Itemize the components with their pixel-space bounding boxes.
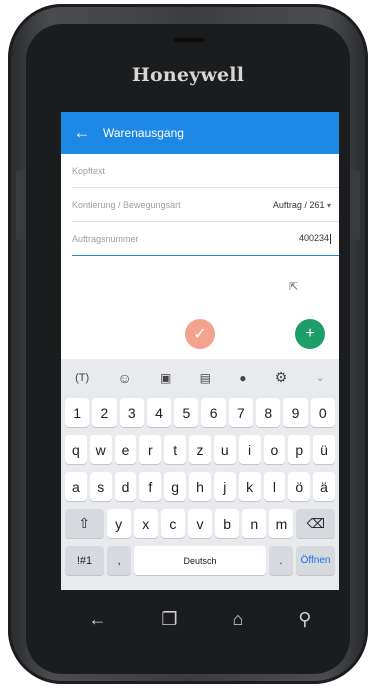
add-button[interactable]: + (295, 319, 325, 349)
key-v[interactable]: v (187, 509, 213, 538)
home-icon[interactable]: ⌂ (232, 609, 243, 630)
key-a[interactable]: a (65, 472, 87, 501)
gif-icon[interactable]: ▤ (200, 371, 211, 385)
key-s[interactable]: s (89, 472, 112, 501)
left-side-button (16, 170, 26, 240)
back-icon[interactable]: ← (88, 609, 106, 630)
key-1[interactable]: 1 (65, 398, 90, 427)
shift-key[interactable]: ⇧ (65, 509, 104, 538)
key-h[interactable]: h (189, 472, 211, 501)
bottom-row: !#1 , Deutsch . Öffnen (65, 546, 335, 575)
confirm-button[interactable]: ✓ (185, 319, 215, 349)
app-bar: ← Warenausgang (61, 112, 339, 154)
key-9[interactable]: 9 (283, 398, 308, 427)
soft-keyboard: (T) ☺ ▣ ▤ ● ⚙ ⌄ 1 2 3 4 5 6 7 8 9 0 q w … (61, 359, 339, 590)
comma-key[interactable]: , (106, 546, 132, 575)
text-caret (330, 233, 331, 244)
chevron-down-icon[interactable]: ⌄ (316, 371, 325, 384)
key-4[interactable]: 4 (146, 398, 172, 427)
key-ue[interactable]: ü (313, 435, 335, 464)
key-u[interactable]: u (213, 435, 236, 464)
key-j[interactable]: j (213, 472, 236, 501)
auftragsnummer-value: 400234 (298, 233, 331, 244)
speaker-grille (174, 38, 204, 42)
letter-row-2: a s d f g h j k l ö ä (65, 472, 335, 501)
recents-icon[interactable]: ❐ (161, 609, 177, 630)
key-5[interactable]: 5 (174, 398, 199, 427)
settings-icon[interactable]: ⚙ (275, 369, 288, 386)
chevron-down-icon: ▾ (326, 200, 331, 210)
letter-row-1: q w e r t z u i o p ü (65, 435, 335, 464)
key-t[interactable]: t (164, 435, 187, 464)
key-e[interactable]: e (114, 435, 137, 464)
right-side-button (350, 170, 360, 240)
number-row: 1 2 3 4 5 6 7 8 9 0 (65, 398, 335, 427)
space-key[interactable]: Deutsch (134, 546, 266, 575)
enter-key[interactable]: Öffnen (296, 546, 335, 575)
key-m[interactable]: m (269, 509, 294, 538)
key-w[interactable]: w (89, 435, 112, 464)
key-2[interactable]: 2 (92, 398, 117, 427)
key-r[interactable]: r (139, 435, 162, 464)
microphone-icon[interactable]: ● (239, 371, 246, 385)
shift-icon: ⇧ (78, 515, 91, 531)
auftragsnummer-field[interactable]: Auftragsnummer 400234 (72, 222, 339, 256)
symbols-key[interactable]: !#1 (65, 546, 104, 575)
key-oe[interactable]: ö (288, 472, 311, 501)
key-l[interactable]: l (263, 472, 286, 501)
kopftext-field[interactable]: Kopftext (72, 154, 339, 188)
emoji-icon[interactable]: ☺ (117, 370, 131, 386)
key-3[interactable]: 3 (119, 398, 144, 427)
sticker-icon[interactable]: ▣ (160, 371, 171, 385)
period-key[interactable]: . (268, 546, 294, 575)
key-c[interactable]: c (160, 509, 185, 538)
kontierung-label: Kontierung / Bewegungsart (72, 199, 181, 210)
kontierung-value: Auftrag / 261 ▾ (272, 199, 331, 210)
backspace-key[interactable]: ⌫ (296, 509, 336, 538)
mouse-pointer-icon: ⇱ (289, 281, 299, 293)
key-q[interactable]: q (65, 435, 87, 464)
key-6[interactable]: 6 (201, 398, 226, 427)
kontierung-select[interactable]: Kontierung / Bewegungsart Auftrag / 261 … (72, 188, 339, 222)
key-ae[interactable]: ä (313, 472, 335, 501)
key-b[interactable]: b (215, 509, 240, 538)
key-z[interactable]: z (189, 435, 211, 464)
key-8[interactable]: 8 (256, 398, 281, 427)
key-p[interactable]: p (288, 435, 311, 464)
key-i[interactable]: i (238, 435, 261, 464)
letter-row-3: ⇧ y x c v b n m ⌫ (65, 509, 336, 538)
arrow-left-icon[interactable]: ← (61, 123, 103, 143)
screen: ← Warenausgang Kopftext Kontierung / Bew… (61, 112, 339, 590)
key-x[interactable]: x (133, 509, 158, 538)
key-f[interactable]: f (139, 472, 162, 501)
key-y[interactable]: y (106, 509, 131, 538)
key-o[interactable]: o (263, 435, 286, 464)
key-0[interactable]: 0 (310, 398, 335, 427)
backspace-icon: ⌫ (306, 515, 325, 531)
kopftext-label: Kopftext (72, 165, 106, 176)
system-navbar: ← ❐ ⌂ ⚲ (61, 598, 339, 640)
key-n[interactable]: n (242, 509, 267, 538)
brand-logo: Honeywell (131, 64, 245, 86)
auftragsnummer-label: Auftragsnummer (72, 233, 139, 244)
text-transform-icon[interactable]: (T) (75, 372, 89, 384)
key-d[interactable]: d (114, 472, 137, 501)
key-7[interactable]: 7 (228, 398, 254, 427)
keyboard-toolbar: (T) ☺ ▣ ▤ ● ⚙ ⌄ (61, 359, 339, 396)
key-g[interactable]: g (164, 472, 187, 501)
search-icon[interactable]: ⚲ (298, 609, 311, 630)
key-k[interactable]: k (238, 472, 261, 501)
page-title: Warenausgang (103, 126, 184, 140)
